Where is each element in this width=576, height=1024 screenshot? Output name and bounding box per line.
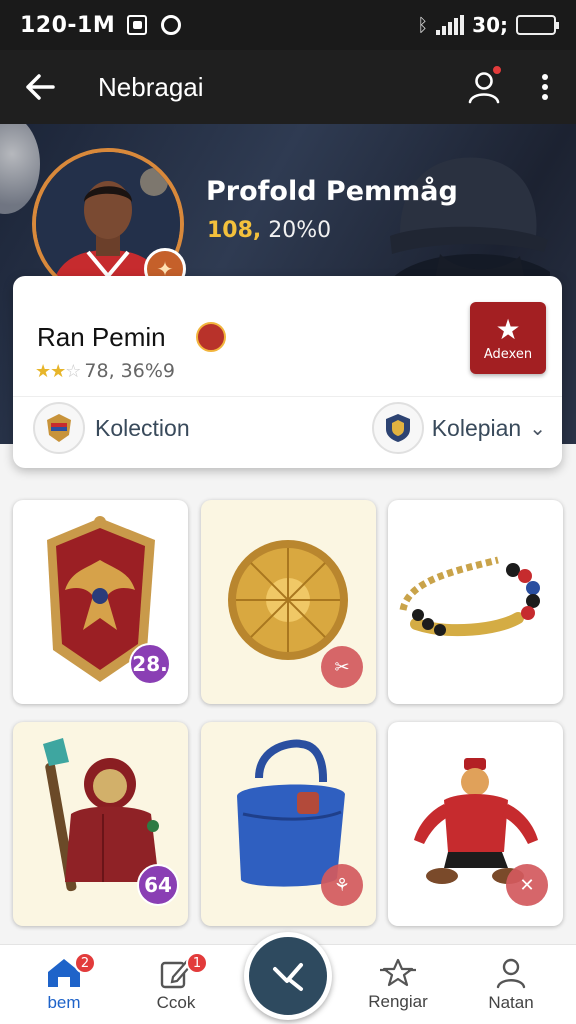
- trophy-icon: [380, 958, 416, 987]
- tab-dropdown[interactable]: Kolepian ⌄: [371, 402, 546, 454]
- hero-stat-rest: 20%0: [261, 218, 332, 243]
- item-card-bracelet[interactable]: [388, 500, 563, 704]
- hero-stats: 108, 20%0: [207, 218, 331, 243]
- chevron-down-icon: ⌄: [529, 416, 546, 440]
- sync-icon: [161, 15, 182, 35]
- item-card-blue-bag[interactable]: ⚘: [201, 722, 376, 926]
- nav-item-home[interactable]: 2 bem: [14, 945, 114, 1024]
- nav-label: bem: [47, 993, 81, 1012]
- card-name: Ran Pemin: [37, 322, 166, 352]
- app-bar: Nebragai: [0, 50, 576, 124]
- item-badge: 64: [137, 864, 179, 906]
- tab-collection[interactable]: Kolection: [33, 402, 190, 454]
- status-bar: 120-1M ᛒ 30;: [0, 0, 576, 50]
- nav-item-edit[interactable]: 1 Ccok: [126, 945, 226, 1024]
- verified-badge-icon: [196, 322, 226, 352]
- user-icon: [468, 72, 500, 104]
- battery-icon: [516, 15, 559, 35]
- star-rating-icon: ★★☆: [35, 360, 81, 382]
- bluetooth-icon: ᛒ: [417, 14, 429, 36]
- user-icon: [496, 958, 526, 989]
- star-icon: ★: [495, 312, 521, 346]
- nav-label: Rengiar: [368, 992, 428, 1011]
- hero-stat-highlight: 108,: [207, 218, 262, 243]
- item-card-strongman-figure[interactable]: ✕: [388, 722, 563, 926]
- profile-card: Ran Pemin ★★☆ 78, 36%9 ★ Adexen Kolectio…: [13, 276, 562, 468]
- nav-badge: 2: [74, 952, 96, 974]
- item-badge: 28.: [129, 643, 171, 685]
- center-action-button[interactable]: [244, 932, 332, 1020]
- divider: [13, 396, 562, 397]
- swap-check-icon: [273, 963, 303, 991]
- shield-icon: [371, 402, 424, 454]
- action-label: Adexen: [483, 346, 533, 362]
- nav-item-ranking[interactable]: Rengiar: [348, 945, 448, 1024]
- back-button[interactable]: [0, 50, 80, 124]
- rating-row: ★★☆ 78, 36%9: [35, 360, 175, 382]
- item-card-crest-shield[interactable]: 28.: [13, 500, 188, 704]
- nav-label: Ccok: [156, 993, 196, 1012]
- football-image: [0, 124, 40, 214]
- tab-label-left: Kolection: [95, 414, 190, 441]
- flower-icon: ⚘: [321, 864, 363, 906]
- nav-item-profile[interactable]: Natan: [461, 945, 561, 1024]
- nav-badge: 1: [186, 952, 208, 974]
- notification-dot: [492, 65, 502, 75]
- status-right: ᛒ 30;: [417, 13, 559, 37]
- hero-name: Profold Pemmåg: [206, 176, 458, 207]
- more-vertical-icon: [542, 74, 548, 100]
- status-time: 120-1M: [20, 12, 116, 38]
- bracelet-image: [399, 556, 540, 637]
- item-card-gold-coin[interactable]: ✂: [201, 500, 376, 704]
- close-icon: ✕: [506, 864, 548, 906]
- app-actions: [454, 50, 576, 124]
- rating-value: 78, 36%9: [84, 360, 175, 382]
- tab-label-right: Kolepian: [431, 414, 522, 441]
- arrow-left-icon: [26, 74, 55, 100]
- action-button[interactable]: ★ Adexen: [470, 302, 546, 374]
- signal-icon: [436, 15, 465, 35]
- scissors-icon: ✂: [321, 646, 363, 688]
- more-button[interactable]: [514, 50, 576, 124]
- flag-crest-icon: [33, 402, 85, 454]
- nav-label: Natan: [488, 993, 534, 1012]
- page-title: Nebragai: [98, 71, 204, 102]
- profile-button[interactable]: [454, 50, 514, 124]
- notification-icon: [127, 15, 148, 35]
- item-card-red-jacket-figure[interactable]: 64: [13, 722, 188, 926]
- status-value: 30;: [472, 13, 508, 37]
